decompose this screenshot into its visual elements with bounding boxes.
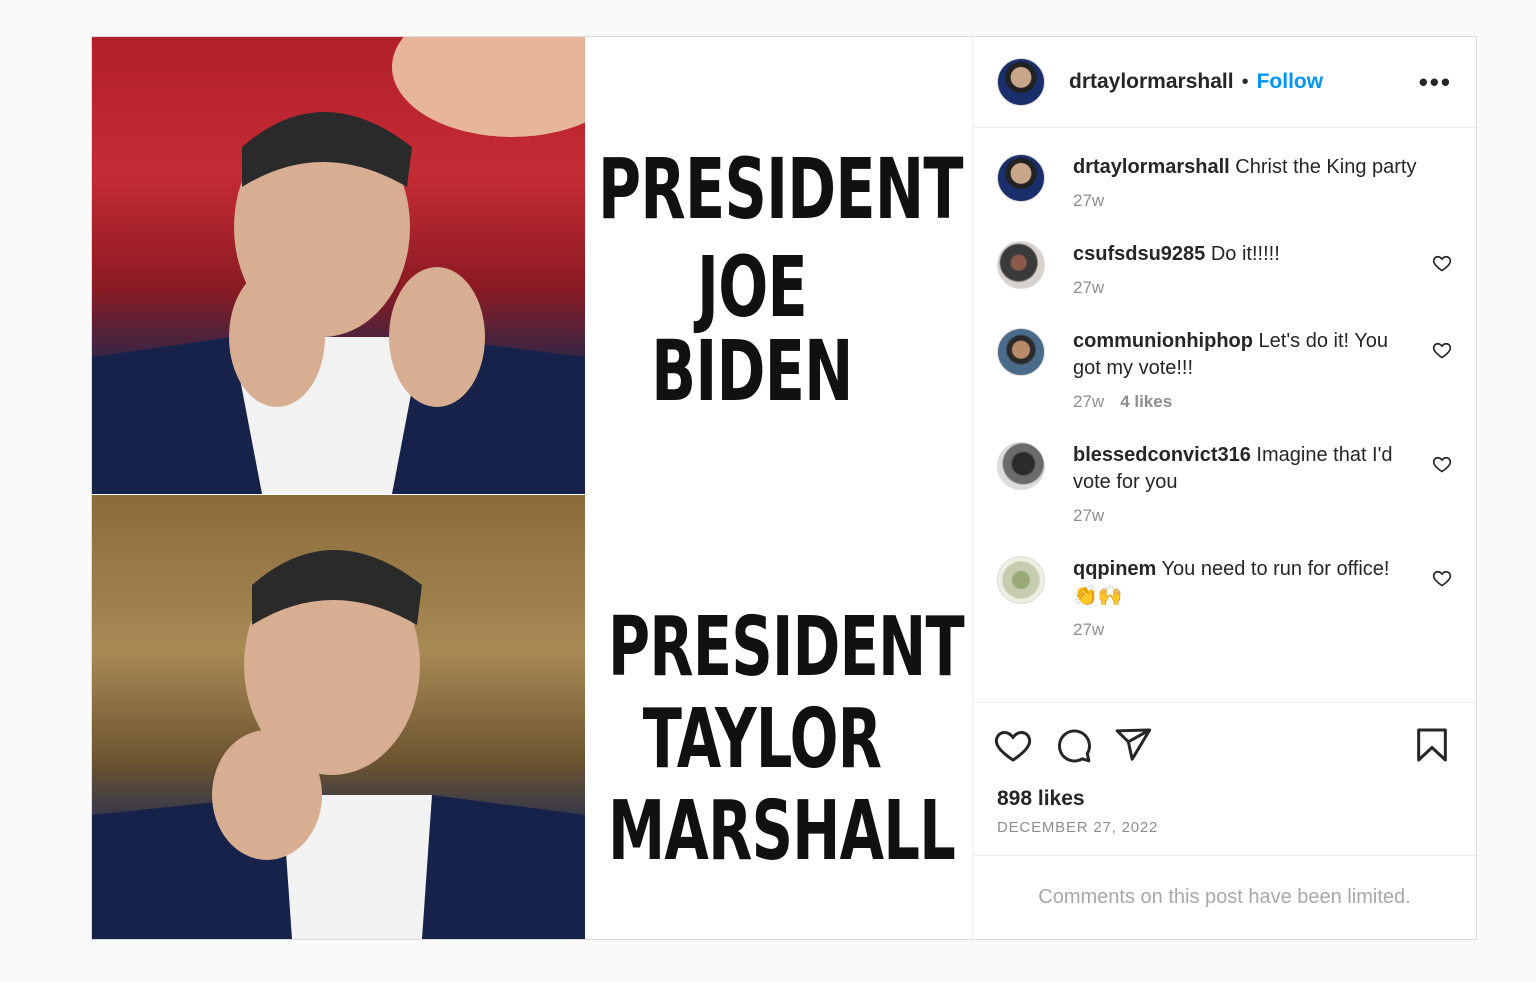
caption-username[interactable]: drtaylormarshall — [1073, 156, 1230, 178]
meme-top-line-1: PRESIDENT — [598, 140, 963, 238]
comment-text: Do it!!!!! — [1205, 243, 1280, 265]
caption-text: Christ the King party — [1229, 156, 1417, 178]
like-comment-heart-icon[interactable] — [1432, 454, 1452, 474]
author-username[interactable]: drtaylormarshall — [1069, 70, 1234, 94]
comment-bubble-icon[interactable] — [1053, 725, 1093, 765]
meme-bottom-line-2: TAYLOR — [642, 692, 882, 787]
photo-thumbs-down — [92, 37, 585, 494]
commenter-avatar[interactable] — [997, 241, 1045, 289]
meme-top-line-2: JOE BIDEN — [651, 238, 853, 420]
post-likes-count[interactable]: 898 likes — [973, 787, 1476, 811]
meme-text-top: PRESIDENT JOE BIDEN — [598, 140, 963, 427]
meme-bottom-line-3: MARSHALL — [608, 784, 956, 879]
comment-username[interactable]: blessedconvict316 — [1073, 444, 1251, 466]
share-send-icon[interactable] — [1113, 725, 1153, 765]
comment-item: communionhiphop Let's do it! You got my … — [997, 328, 1452, 412]
like-comment-heart-icon[interactable] — [1432, 340, 1452, 360]
caption: drtaylormarshall Christ the King party 2… — [997, 154, 1452, 211]
more-options-icon[interactable]: ••• — [1419, 67, 1452, 98]
save-bookmark-icon[interactable] — [1412, 725, 1452, 765]
like-comment-heart-icon[interactable] — [1432, 253, 1452, 273]
comments-limited-notice: Comments on this post have been limited. — [973, 855, 1476, 939]
like-comment-heart-icon[interactable] — [1432, 568, 1452, 588]
post-sidebar: drtaylormarshall • Follow ••• drtaylorma… — [973, 37, 1476, 939]
follow-button[interactable]: Follow — [1257, 70, 1324, 94]
comment-username[interactable]: qqpinem — [1073, 558, 1156, 580]
instagram-post: PRESIDENT JOE BIDEN PRESIDENT TAYLOR MAR… — [91, 36, 1477, 940]
post-date[interactable]: DECEMBER 27, 2022 — [973, 819, 1476, 836]
comment-item: qqpinem You need to run for office! 👏🙌 2… — [997, 556, 1452, 640]
commenter-avatar[interactable] — [997, 328, 1045, 376]
comment-likes[interactable]: 4 likes — [1120, 392, 1172, 411]
caption-time[interactable]: 27w — [1073, 191, 1104, 210]
caption-avatar[interactable] — [997, 154, 1045, 202]
post-media[interactable]: PRESIDENT JOE BIDEN PRESIDENT TAYLOR MAR… — [92, 37, 973, 939]
comment-username[interactable]: communionhiphop — [1073, 330, 1253, 352]
comment-username[interactable]: csufsdsu9285 — [1073, 243, 1205, 265]
meme-text-bottom: PRESIDENT TAYLOR MARSHALL — [608, 600, 965, 883]
comment-item: blessedconvict316 Imagine that I'd vote … — [997, 442, 1452, 526]
commenter-avatar[interactable] — [997, 442, 1045, 490]
meme-bottom-line-1: PRESIDENT — [608, 600, 965, 695]
separator-dot: • — [1241, 70, 1249, 93]
post-header: drtaylormarshall • Follow ••• — [973, 37, 1476, 128]
comment-time[interactable]: 27w — [1073, 506, 1104, 525]
comment-time[interactable]: 27w — [1073, 278, 1104, 297]
comments-list[interactable]: drtaylormarshall Christ the King party 2… — [973, 128, 1476, 703]
author-avatar[interactable] — [997, 58, 1045, 106]
photo-thumbs-up — [92, 495, 585, 939]
like-heart-icon[interactable] — [993, 725, 1033, 765]
comment-time[interactable]: 27w — [1073, 620, 1104, 639]
comment-time[interactable]: 27w — [1073, 392, 1104, 411]
post-actions — [973, 711, 1476, 779]
comment-item: csufsdsu9285 Do it!!!!! 27w — [997, 241, 1452, 298]
commenter-avatar[interactable] — [997, 556, 1045, 604]
